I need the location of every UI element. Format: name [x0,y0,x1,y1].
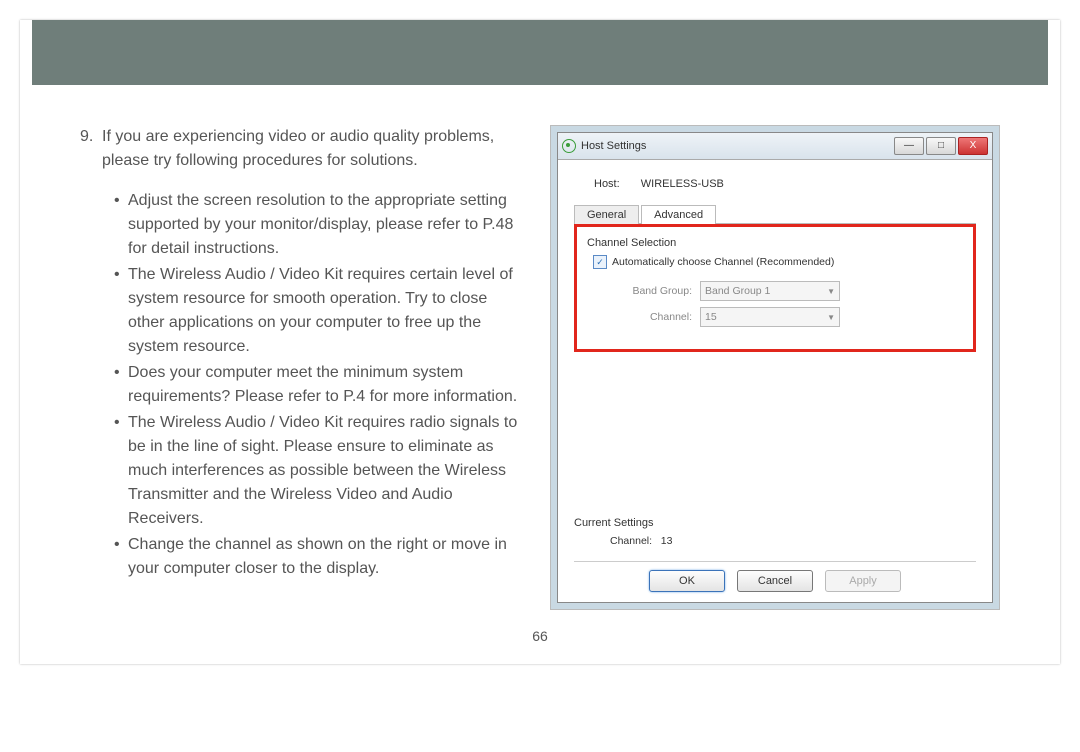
document-page: 9. If you are experiencing video or audi… [20,20,1060,664]
host-label: Host: [594,178,620,190]
channel-selection-highlight: Channel Selection ✓ Automatically choose… [574,224,976,352]
channel-label: Channel: [617,311,692,323]
bullet-item: Does your computer meet the minimum syst… [128,361,520,409]
header-banner [32,20,1048,85]
bullet-dot: • [114,361,128,409]
embedded-screenshot: Host Settings — □ X Host: WIRELESS-USB G… [550,125,1000,610]
tab-advanced[interactable]: Advanced [641,205,716,224]
tab-general[interactable]: General [574,205,639,224]
bullet-dot: • [114,189,128,261]
app-icon [562,139,576,153]
apply-button[interactable]: Apply [825,570,901,592]
cancel-button[interactable]: Cancel [737,570,813,592]
channel-value: 15 [705,311,717,323]
band-group-select[interactable]: Band Group 1 ▼ [700,281,840,301]
bullet-dot: • [114,411,128,531]
step-intro: If you are experiencing video or audio q… [102,125,520,173]
maximize-button[interactable]: □ [926,137,956,155]
ok-button[interactable]: OK [649,570,725,592]
bullet-item: Change the channel as shown on the right… [128,533,520,581]
minimize-button[interactable]: — [894,137,924,155]
dialog-buttons: OK Cancel Apply [574,561,976,592]
page-content: 9. If you are experiencing video or audi… [20,85,1060,620]
band-group-value: Band Group 1 [705,285,770,297]
current-settings-title: Current Settings [574,517,976,529]
host-row: Host: WIRELESS-USB [594,178,976,190]
page-number: 66 [20,620,1060,664]
current-channel-label: Channel: [610,535,652,547]
window-title: Host Settings [581,140,646,152]
chevron-down-icon: ▼ [827,287,835,296]
chevron-down-icon: ▼ [827,313,835,322]
auto-channel-label: Automatically choose Channel (Recommende… [612,256,834,268]
channel-select[interactable]: 15 ▼ [700,307,840,327]
current-settings: Current Settings Channel: 13 [574,517,976,547]
band-group-label: Band Group: [617,285,692,297]
tabs: General Advanced [574,204,976,224]
step-number: 9. [80,125,102,173]
host-settings-window: Host Settings — □ X Host: WIRELESS-USB G… [557,132,993,603]
bullet-item: The Wireless Audio / Video Kit requires … [128,263,520,359]
bullet-list: •Adjust the screen resolution to the app… [114,189,520,581]
close-button[interactable]: X [958,137,988,155]
channel-selection-title: Channel Selection [587,237,963,249]
host-value: WIRELESS-USB [641,178,724,190]
titlebar: Host Settings — □ X [558,133,992,160]
auto-channel-checkbox[interactable]: ✓ [593,255,607,269]
current-channel-value: 13 [661,535,673,547]
bullet-dot: • [114,263,128,359]
bullet-item: The Wireless Audio / Video Kit requires … [128,411,520,531]
bullet-item: Adjust the screen resolution to the appr… [128,189,520,261]
bullet-dot: • [114,533,128,581]
instruction-text: 9. If you are experiencing video or audi… [80,125,520,583]
